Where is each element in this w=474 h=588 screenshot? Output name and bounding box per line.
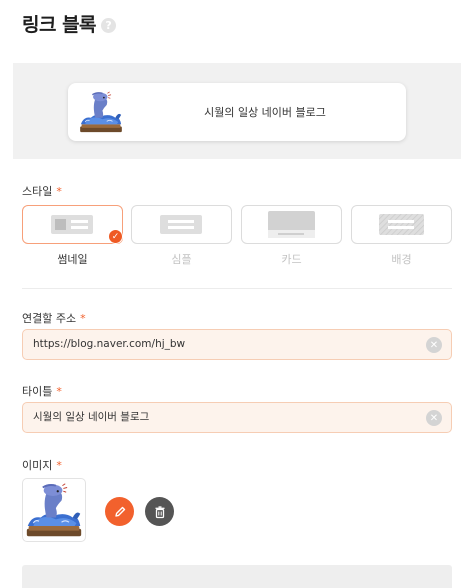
page-title: 링크 블록: [22, 14, 97, 36]
clear-url-icon[interactable]: ✕: [426, 337, 442, 353]
style-option-background-label: 배경: [391, 253, 412, 266]
whale-image: [24, 480, 84, 540]
title-label-text: 타이틀: [22, 385, 53, 398]
style-option-thumbnail[interactable]: ✓: [22, 205, 123, 244]
image-thumbnail: [22, 478, 86, 542]
style-option-background[interactable]: [351, 205, 452, 244]
bottom-bar: [22, 565, 452, 588]
url-label-text: 연결할 주소: [22, 312, 77, 325]
simple-layout-icon: [160, 215, 202, 234]
title-field[interactable]: 시월의 일상 네이버 블로그 ✕: [22, 402, 452, 433]
url-field[interactable]: https://blog.naver.com/hj_bw ✕: [22, 329, 452, 360]
pencil-icon: [114, 506, 125, 517]
style-label-text: 스타일: [22, 185, 53, 198]
preview-thumbnail-image: [78, 89, 124, 135]
title-input-value[interactable]: 시월의 일상 네이버 블로그: [33, 403, 149, 432]
edit-image-button[interactable]: [105, 497, 134, 526]
card-layout-icon: [268, 211, 315, 238]
url-input-value[interactable]: https://blog.naver.com/hj_bw: [33, 330, 185, 359]
style-option-simple[interactable]: [131, 205, 232, 244]
background-layout-icon: [379, 214, 424, 235]
preview-title: 시월의 일상 네이버 블로그: [204, 106, 326, 119]
link-preview-card: 시월의 일상 네이버 블로그: [68, 83, 406, 141]
delete-image-button[interactable]: [145, 497, 174, 526]
required-mark: *: [80, 312, 86, 325]
page-header: 링크 블록 ?: [22, 10, 117, 37]
style-option-card[interactable]: [241, 205, 342, 244]
required-mark: *: [56, 459, 62, 472]
preview-area: 시월의 일상 네이버 블로그: [13, 63, 461, 159]
trash-icon: [155, 505, 164, 518]
selected-check-icon: ✓: [108, 229, 123, 244]
image-label-text: 이미지: [22, 459, 53, 472]
image-label: 이미지 *: [22, 457, 62, 473]
style-option-card-label: 카드: [281, 253, 302, 266]
style-option-thumbnail-label: 썸네일: [57, 253, 88, 266]
required-mark: *: [56, 185, 62, 198]
style-label: 스타일 *: [22, 183, 62, 199]
section-divider: [22, 288, 452, 289]
title-label: 타이틀 *: [22, 383, 62, 399]
style-option-simple-label: 심플: [171, 253, 192, 266]
url-label: 연결할 주소 *: [22, 310, 86, 326]
question-mark-icon[interactable]: ?: [101, 17, 117, 33]
required-mark: *: [56, 385, 62, 398]
clear-title-icon[interactable]: ✕: [426, 410, 442, 426]
